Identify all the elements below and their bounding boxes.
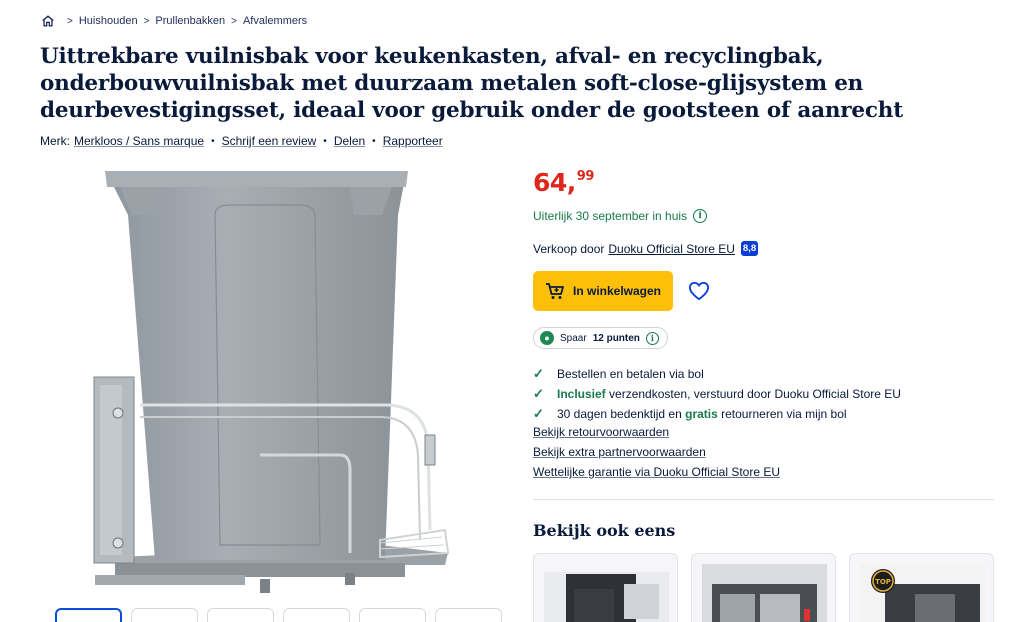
- report-link[interactable]: Rapporteer: [383, 134, 443, 148]
- product-image[interactable]: [80, 165, 500, 605]
- breadcrumb-item-prullenbakken[interactable]: Prullenbakken: [155, 15, 225, 27]
- recommendation-image: [544, 564, 669, 622]
- recommendation-card[interactable]: [691, 553, 836, 622]
- seller-info: Verkoop door Duoku Official Store EU 8,8: [533, 241, 759, 256]
- list-item: ✓ 30 dagen bedenktijd en gratis retourne…: [533, 404, 901, 424]
- thumbnail[interactable]: [55, 608, 122, 622]
- brand-link[interactable]: Merkloos / Sans marque: [74, 134, 204, 148]
- add-to-cart-label: In winkelwagen: [572, 284, 662, 298]
- thumbnail[interactable]: [207, 608, 274, 622]
- policy-links: Bekijk retourvoorwaarden Bekijk extra pa…: [533, 424, 780, 484]
- recommendation-image: TOP: [860, 564, 985, 622]
- chevron-right-icon: >: [67, 15, 73, 27]
- seller-score-badge: 8,8: [740, 241, 759, 256]
- separator-dot: •: [372, 135, 376, 147]
- delivery-info: Uiterlijk 30 september in huis i: [533, 209, 708, 223]
- thumbnail-strip: [55, 608, 502, 622]
- separator-dot: •: [323, 135, 327, 147]
- seller-prefix: Verkoop door: [533, 241, 605, 256]
- usp-text: 30 dagen bedenktijd en gratis retournere…: [557, 407, 847, 421]
- recommendation-card[interactable]: TOP: [849, 553, 994, 622]
- divider: [533, 499, 994, 500]
- write-review-link[interactable]: Schrijf een review: [222, 134, 317, 148]
- see-also-heading: Bekijk ook eens: [533, 521, 676, 540]
- usp-text: Bestellen en betalen via bol: [557, 367, 704, 381]
- price-cents: 99: [576, 169, 595, 184]
- brand-label: Merk:: [40, 134, 70, 148]
- thumbnail[interactable]: [359, 608, 426, 622]
- points-value: 12 punten: [592, 332, 640, 344]
- info-icon[interactable]: i: [693, 209, 708, 223]
- thumbnail[interactable]: [435, 608, 502, 622]
- breadcrumb-item-huishouden[interactable]: Huishouden: [79, 15, 138, 27]
- recommendation-image: [702, 564, 827, 622]
- check-icon: ✓: [533, 406, 544, 421]
- separator-dot: •: [211, 135, 215, 147]
- seller-link[interactable]: Duoku Official Store EU: [608, 242, 735, 256]
- share-link[interactable]: Delen: [334, 134, 365, 148]
- thumbnail[interactable]: [131, 608, 198, 622]
- price: 64,99: [533, 168, 594, 197]
- recommendation-carousel: TOP: [533, 553, 994, 622]
- breadcrumb-item-afvalemmers[interactable]: Afvalemmers: [243, 15, 307, 27]
- recommendation-card[interactable]: [533, 553, 678, 622]
- product-meta: Merk: Merkloos / Sans marque • Schrijf e…: [40, 134, 443, 148]
- warranty-link[interactable]: Wettelijke garantie via Duoku Official S…: [533, 464, 780, 484]
- returns-link[interactable]: Bekijk retourvoorwaarden: [533, 424, 780, 444]
- points-prefix: Spaar: [560, 332, 587, 344]
- breadcrumb: > Huishouden > Prullenbakken > Afvalemme…: [41, 14, 307, 28]
- medal-icon: ●: [540, 331, 554, 345]
- heart-icon[interactable]: [688, 281, 710, 301]
- check-icon: ✓: [533, 366, 544, 381]
- usp-list: ✓ Bestellen en betalen via bol ✓ Inclusi…: [533, 364, 901, 424]
- page-title: Uittrekbare vuilnisbak voor keukenkasten…: [40, 44, 903, 123]
- price-whole: 64,: [533, 168, 576, 197]
- partner-terms-link[interactable]: Bekijk extra partnervoorwaarden: [533, 444, 780, 464]
- cart-icon: [545, 283, 564, 299]
- loyalty-points-badge: ● Spaar 12 punten i: [533, 327, 668, 349]
- list-item: ✓ Inclusief verzendkosten, verstuurd doo…: [533, 384, 901, 404]
- top-badge-text: TOP: [875, 578, 891, 586]
- delivery-text: Uiterlijk 30 september in huis: [533, 209, 688, 223]
- check-icon: ✓: [533, 386, 544, 401]
- add-to-cart-button[interactable]: In winkelwagen: [533, 271, 673, 311]
- usp-text: Inclusief verzendkosten, verstuurd door …: [557, 387, 901, 401]
- info-icon[interactable]: i: [645, 331, 659, 345]
- home-icon[interactable]: [41, 14, 55, 28]
- chevron-right-icon: >: [231, 15, 237, 27]
- thumbnail[interactable]: [283, 608, 350, 622]
- chevron-right-icon: >: [143, 15, 150, 27]
- list-item: ✓ Bestellen en betalen via bol: [533, 364, 901, 384]
